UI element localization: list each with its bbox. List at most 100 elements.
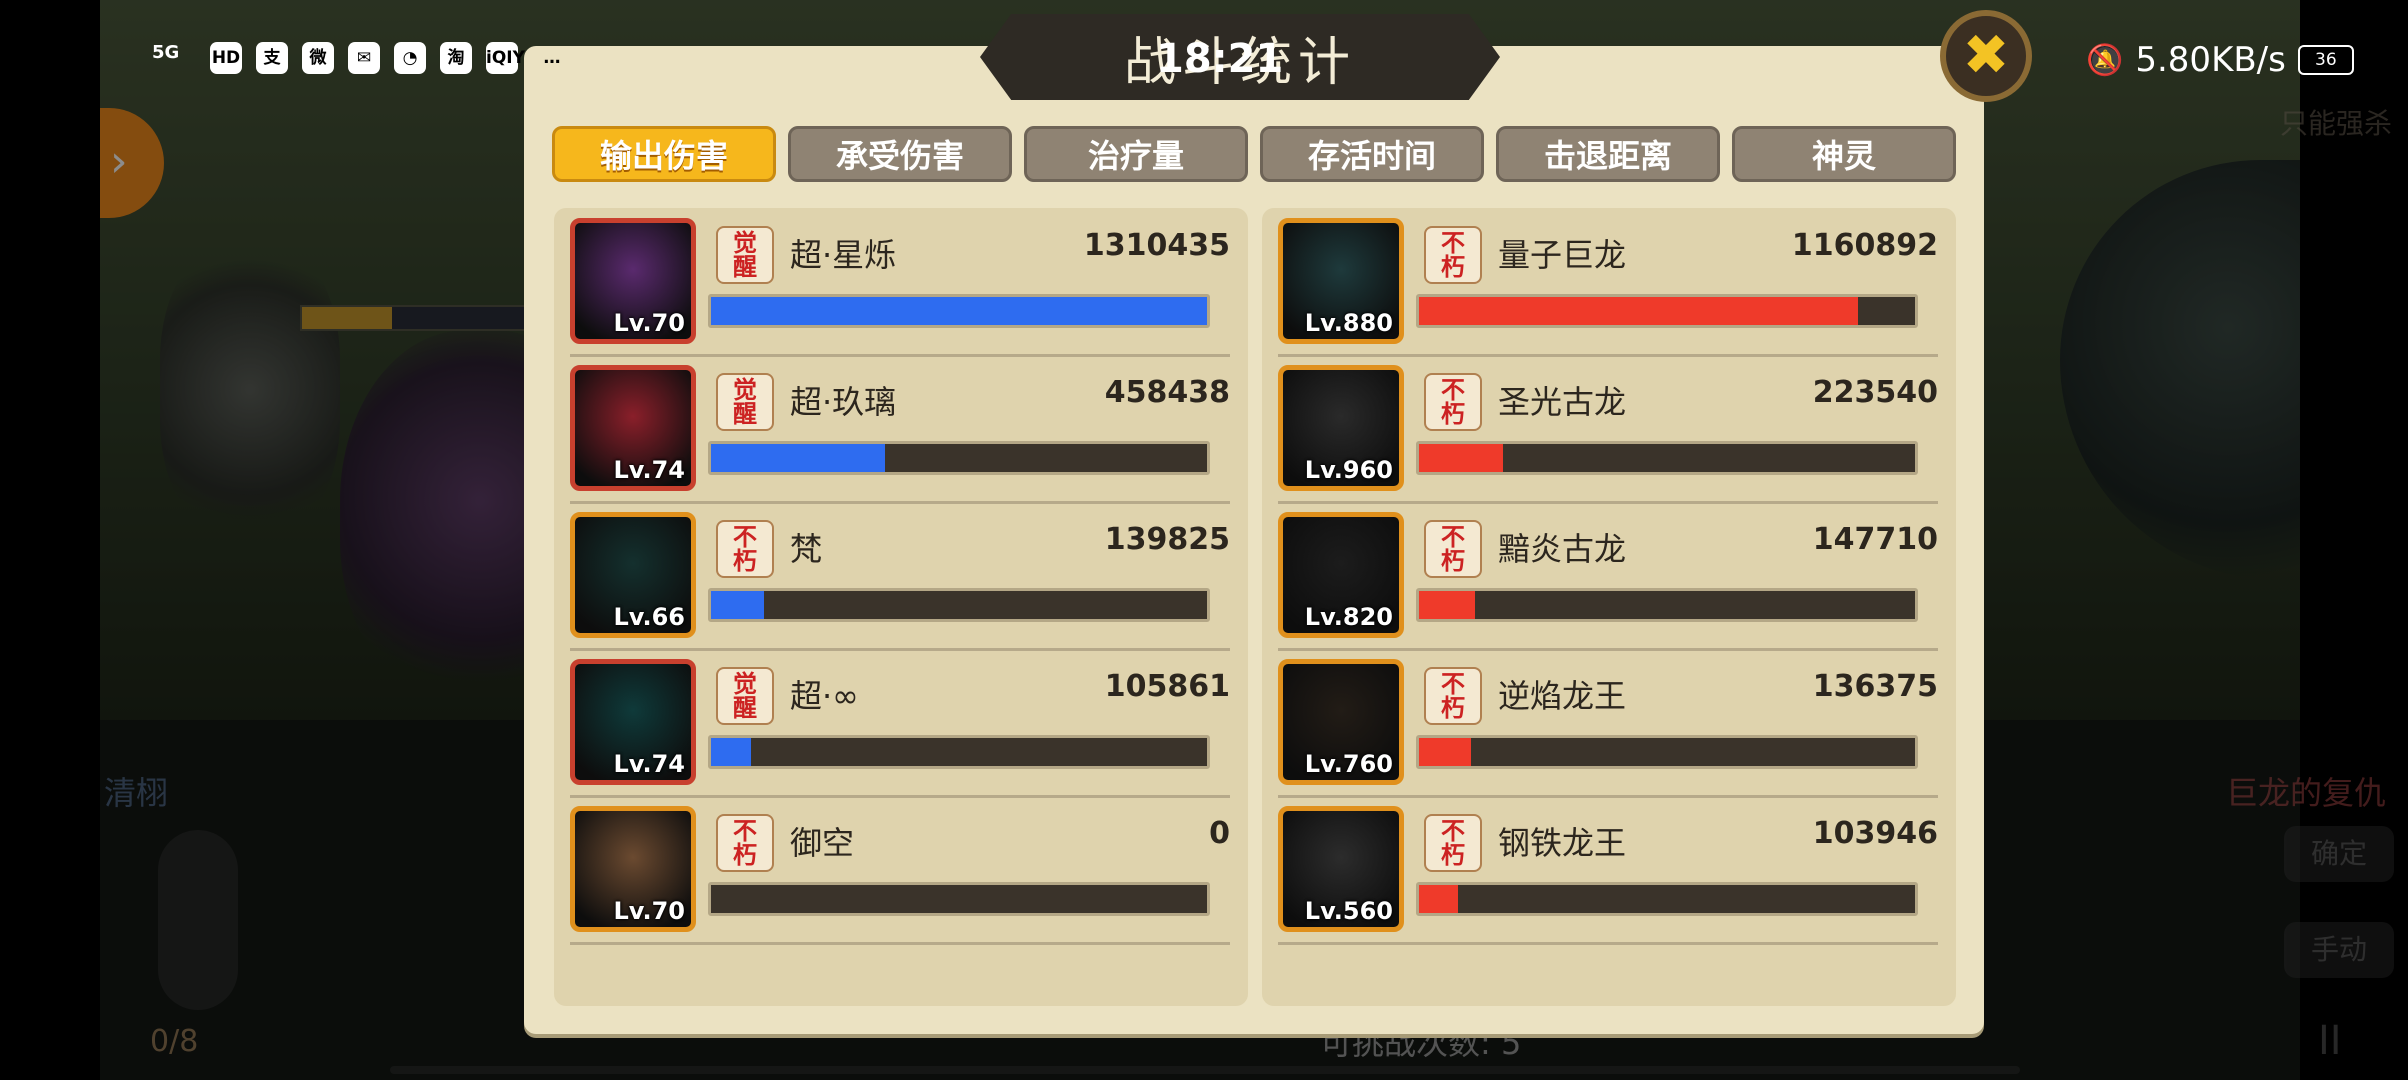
unit-level: Lv.760 (1304, 750, 1393, 778)
hd-icon: HD (210, 42, 242, 74)
rank-badge-icon: 不 朽 (716, 814, 774, 872)
damage-bar (1416, 441, 1918, 475)
ally-row: Lv.66 不 朽梵 139825 (570, 502, 1230, 651)
unit-portrait[interactable]: Lv.70 (570, 806, 696, 932)
rank-badge-icon: 不 朽 (1424, 226, 1482, 284)
network-indicator: 5G (152, 42, 180, 63)
damage-value: 105861 (1104, 669, 1230, 704)
unit-name: 黯炎古龙 (1498, 530, 1627, 568)
damage-bar-fill (1419, 444, 1504, 472)
damage-value: 139825 (1104, 522, 1230, 557)
rank-badge-icon: 不 朽 (1424, 373, 1482, 431)
enemy-row: Lv.880 不 朽量子巨龙 1160892 (1278, 208, 1938, 357)
battery-icon: 36 (2297, 45, 2354, 75)
status-right: 🔕 5.80KB/s 36 (2086, 40, 2354, 80)
rank-badge-icon: 觉 醒 (716, 667, 774, 725)
damage-bar-fill (711, 444, 885, 472)
damage-bar (708, 882, 1210, 916)
rank-badge-icon: 觉 醒 (716, 373, 774, 431)
rank-badge-icon: 不 朽 (716, 520, 774, 578)
unit-level: Lv.66 (613, 603, 686, 631)
unit-name: 超·星烁 (790, 236, 897, 274)
unit-portrait[interactable]: Lv.760 (1278, 659, 1404, 785)
damage-bar (708, 735, 1210, 769)
unit-portrait[interactable]: Lv.820 (1278, 512, 1404, 638)
enemy-row: Lv.760 不 朽逆焰龙王 136375 (1278, 649, 1938, 798)
damage-bar (1416, 882, 1918, 916)
network-speed: 5.80KB/s (2135, 40, 2286, 80)
wechat-icon: 微 (302, 42, 334, 74)
tab-knockback[interactable]: 击退距离 (1496, 126, 1720, 182)
status-bar: 5G HD 支 微 ✉ ◔ 淘 iQIY … 18:21 🔕 5.80KB/s … (0, 0, 2408, 120)
more-icon: … (543, 48, 561, 68)
stats-tabs: 输出伤害 承受伤害 治疗量 存活时间 击退距离 神灵 (552, 126, 1956, 182)
unit-name: 钢铁龙王 (1498, 824, 1627, 862)
damage-bar-fill (711, 297, 1207, 325)
mute-bell-icon: 🔕 (2086, 42, 2124, 78)
rank-badge-icon: 觉 醒 (716, 226, 774, 284)
damage-bar-fill (1419, 885, 1459, 913)
tab-deity[interactable]: 神灵 (1732, 126, 1956, 182)
damage-value: 458438 (1104, 375, 1230, 410)
unit-name: 圣光古龙 (1498, 383, 1627, 421)
damage-value: 223540 (1812, 375, 1938, 410)
damage-bar-fill (1419, 591, 1476, 619)
clock: 18:21 (1156, 36, 1284, 82)
enemy-row: Lv.960 不 朽圣光古龙 223540 (1278, 355, 1938, 504)
rank-badge-icon: 不 朽 (1424, 667, 1482, 725)
tab-damage-taken[interactable]: 承受伤害 (788, 126, 1012, 182)
ally-row: Lv.74 觉 醒超·玖璃 458438 (570, 355, 1230, 504)
unit-name: 逆焰龙王 (1498, 677, 1627, 715)
unit-portrait[interactable]: Lv.70 (570, 218, 696, 344)
unit-portrait[interactable]: Lv.74 (570, 659, 696, 785)
unit-portrait[interactable]: Lv.66 (570, 512, 696, 638)
damage-value: 1160892 (1791, 228, 1938, 263)
alipay-icon: 支 (256, 42, 288, 74)
unit-name: 超·∞ (790, 677, 859, 715)
mail-icon: ✉ (348, 42, 380, 74)
unit-level: Lv.960 (1304, 456, 1393, 484)
unit-portrait[interactable]: Lv.880 (1278, 218, 1404, 344)
damage-value: 1310435 (1083, 228, 1230, 263)
damage-value: 136375 (1812, 669, 1938, 704)
damage-bar-fill (711, 591, 765, 619)
damage-bar (1416, 294, 1918, 328)
unit-name: 超·玖璃 (790, 383, 897, 421)
rank-badge-icon: 不 朽 (1424, 814, 1482, 872)
unit-portrait[interactable]: Lv.960 (1278, 365, 1404, 491)
tab-healing[interactable]: 治疗量 (1024, 126, 1248, 182)
unit-level: Lv.70 (613, 897, 686, 925)
damage-bar (1416, 735, 1918, 769)
ally-column: Lv.70 觉 醒超·星烁 1310435 Lv.74 觉 醒超·玖璃 458438 Lv.… (554, 208, 1248, 1006)
enemy-column: Lv.880 不 朽量子巨龙 1160892 Lv.960 不 朽圣光古龙 223540 L… (1262, 208, 1956, 1006)
damage-bar (708, 441, 1210, 475)
tab-survival-time[interactable]: 存活时间 (1260, 126, 1484, 182)
damage-bar (708, 588, 1210, 622)
damage-value: 0 (1209, 816, 1230, 851)
damage-bar-fill (711, 738, 752, 766)
speedometer-icon: ◔ (394, 42, 426, 74)
ally-row: Lv.74 觉 醒超·∞ 105861 (570, 649, 1230, 798)
unit-level: Lv.880 (1304, 309, 1393, 337)
taobao-icon: 淘 (440, 42, 472, 74)
enemy-row: Lv.820 不 朽黯炎古龙 147710 (1278, 502, 1938, 651)
notification-icons: HD 支 微 ✉ ◔ 淘 iQIY … (210, 42, 572, 74)
unit-level: Lv.820 (1304, 603, 1393, 631)
ally-row: Lv.70 觉 醒超·星烁 1310435 (570, 208, 1230, 357)
enemy-row: Lv.560 不 朽钢铁龙王 103946 (1278, 796, 1938, 945)
iqiyi-icon: iQIY (486, 42, 525, 74)
unit-name: 梵 (790, 530, 823, 568)
unit-level: Lv.70 (613, 309, 686, 337)
unit-level: Lv.560 (1304, 897, 1393, 925)
unit-portrait[interactable]: Lv.560 (1278, 806, 1404, 932)
unit-name: 量子巨龙 (1498, 236, 1627, 274)
damage-value: 103946 (1812, 816, 1938, 851)
unit-portrait[interactable]: Lv.74 (570, 365, 696, 491)
damage-bar-fill (1419, 738, 1471, 766)
unit-level: Lv.74 (613, 750, 686, 778)
damage-bar (1416, 588, 1918, 622)
damage-value: 147710 (1812, 522, 1938, 557)
tab-damage-dealt[interactable]: 输出伤害 (552, 126, 776, 182)
rank-badge-icon: 不 朽 (1424, 520, 1482, 578)
damage-bar (708, 294, 1210, 328)
